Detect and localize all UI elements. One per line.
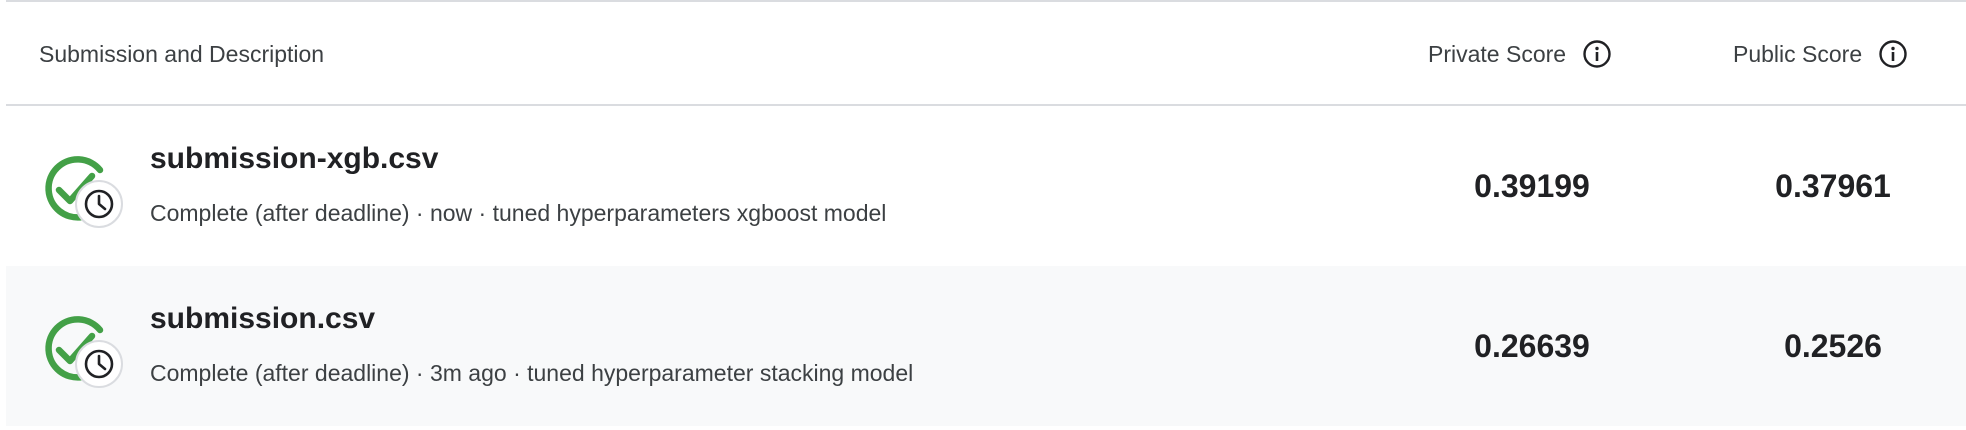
submission-row[interactable]: submission-xgb.csv Complete (after deadl… [6, 106, 1966, 266]
header-public-score: Public Score [1733, 2, 1908, 106]
submission-description: Complete (after deadline) · now · tuned … [150, 200, 887, 226]
private-score-value: 0.26639 [1474, 327, 1590, 364]
public-score-value: 0.2526 [1784, 327, 1882, 364]
table-header: Submission and Description Private Score… [6, 2, 1966, 106]
header-public-label: Public Score [1733, 40, 1863, 67]
header-submission-description: Submission and Description [39, 2, 324, 106]
check-circle-with-clock-icon [42, 312, 128, 392]
header-private-score: Private Score [1428, 2, 1612, 106]
submissions-table: Submission and Description Private Score… [6, 0, 1966, 430]
header-private-label: Private Score [1428, 40, 1567, 67]
check-circle-with-clock-icon [42, 152, 128, 232]
submission-row[interactable]: submission.csv Complete (after deadline)… [6, 266, 1966, 426]
private-score-info-icon[interactable] [1582, 39, 1612, 69]
submission-filename[interactable]: submission-xgb.csv [150, 142, 438, 176]
submission-description: Complete (after deadline) · 3m ago · tun… [150, 360, 914, 386]
public-score-value: 0.37961 [1775, 167, 1891, 204]
header-description-label: Submission and Description [39, 40, 325, 67]
public-score-info-icon[interactable] [1878, 39, 1908, 69]
private-score-value: 0.39199 [1474, 167, 1590, 204]
submission-filename[interactable]: submission.csv [150, 302, 375, 336]
